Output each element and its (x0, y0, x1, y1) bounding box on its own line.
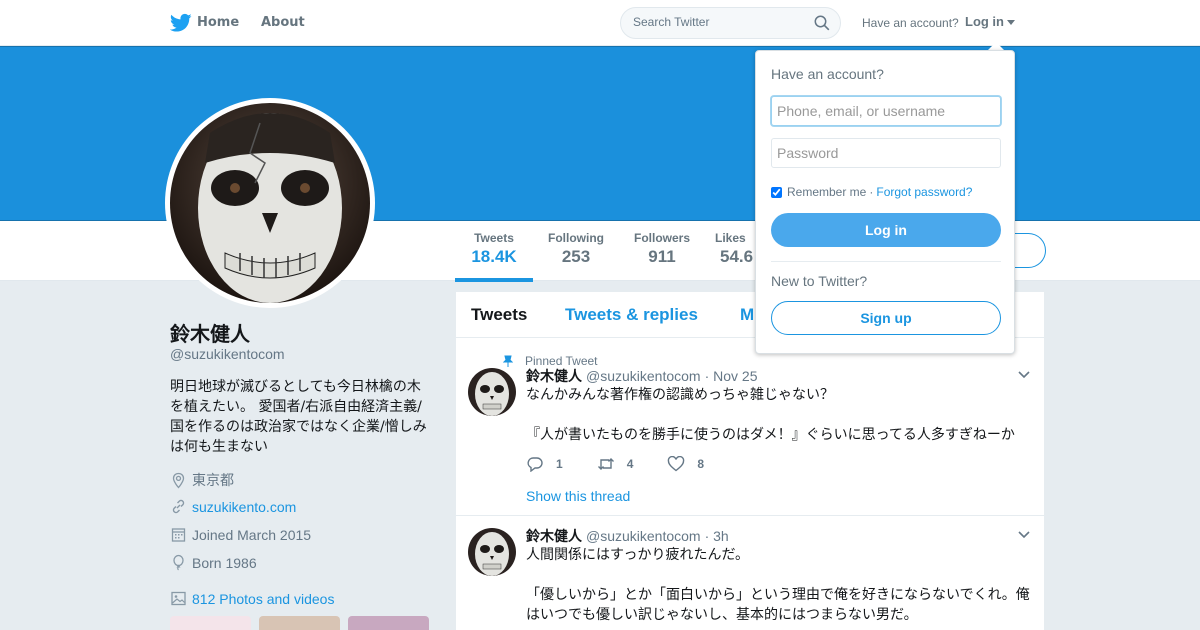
like-action[interactable]: 8 (667, 456, 704, 472)
have-account-text: Have an account? (862, 16, 959, 30)
new-to-twitter-text: New to Twitter? (771, 273, 868, 289)
tab-tweets-replies[interactable]: Tweets & replies (565, 305, 698, 325)
tweet-avatar[interactable] (468, 368, 516, 416)
profile-born: Born 1986 (170, 554, 257, 571)
profile-photos: 812 Photos and videos (170, 590, 334, 607)
profile-joined: Joined March 2015 (170, 526, 311, 543)
nav-home-link[interactable]: Home (197, 15, 239, 30)
reply-icon (527, 457, 543, 472)
reply-count: 1 (556, 457, 563, 471)
pinned-text: Pinned Tweet (525, 354, 598, 368)
retweet-icon (597, 458, 614, 470)
tweet-text-line: 人間関係にはすっかり疲れたんだ。 (526, 547, 750, 563)
login-button[interactable]: Log in (771, 213, 1001, 247)
pin-icon (503, 355, 513, 367)
login-dropdown-toggle[interactable]: Log in (965, 14, 1015, 29)
photo-thumbnails (170, 616, 430, 630)
stat-label: Tweets (474, 231, 514, 245)
tweet-header: 鈴木健人 @suzukikentocom · 3h (526, 526, 729, 546)
photo-thumbnail[interactable] (259, 616, 340, 630)
retweet-count: 4 (626, 457, 634, 471)
stat-value: 18.4K (471, 247, 517, 266)
separator-dot: · (869, 185, 874, 199)
tweet-avatar[interactable] (468, 528, 516, 576)
photos-link[interactable]: 812 Photos and videos (192, 591, 334, 607)
stat-tweets[interactable]: Tweets 18.4K (455, 231, 533, 267)
stat-label: Followers (633, 231, 690, 245)
tweet-author-handle[interactable]: @suzukikentocom (586, 528, 701, 544)
tweet-text-line: 「優しいから」とか「面白いから」という理由で俺を好きにならないでくれ。俺はいつで… (526, 587, 1030, 623)
stat-followers[interactable]: Followers 911 (627, 231, 697, 267)
profile-avatar[interactable] (165, 98, 375, 308)
tweet-item[interactable]: 鈴木健人 @suzukikentocom · 3h 人間関係にはすっかり疲れたん… (456, 516, 1044, 630)
stat-value: 253 (561, 247, 591, 266)
location-pin-icon (172, 472, 185, 488)
avatar-image (170, 103, 370, 303)
login-dropdown-title: Have an account? (771, 66, 884, 82)
photo-icon (171, 591, 186, 606)
stat-following[interactable]: Following 253 (540, 231, 612, 267)
profile-bio: 明日地球が滅びるとしても今日林檎の木を植えたい。 愛国者/右派自由経済主義/国を… (170, 379, 427, 455)
top-navigation-bar: Home About Have an account? Log in (0, 0, 1200, 46)
chevron-down-icon[interactable] (1018, 531, 1030, 539)
tab-media[interactable]: M (740, 305, 754, 325)
tweet-header: 鈴木健人 @suzukikentocom · Nov 25 (526, 366, 758, 386)
pinned-tweet-label: Pinned Tweet (503, 354, 598, 368)
tweet-author-name[interactable]: 鈴木健人 (526, 526, 582, 546)
search-icon[interactable] (814, 15, 830, 31)
tweet-actions: 1 4 8 (526, 456, 738, 472)
retweet-action[interactable]: 4 (597, 456, 634, 472)
password-input[interactable] (771, 138, 1001, 168)
tweet-text-line: 『人が書いたものを勝手に使うのはダメ！』ぐらいに思ってる人多すぎねーか (526, 427, 1015, 443)
stat-value: 911 (648, 247, 676, 266)
photo-thumbnail[interactable] (170, 616, 251, 630)
search-input[interactable] (633, 15, 803, 29)
photo-thumbnail[interactable] (348, 616, 429, 630)
nav-about-link[interactable]: About (261, 15, 305, 30)
website-link[interactable]: suzukikento.com (192, 499, 296, 515)
like-count: 8 (697, 457, 705, 471)
profile-location: 東京都 (170, 470, 234, 490)
twitter-bird-icon[interactable] (170, 13, 192, 33)
link-icon (172, 499, 185, 514)
tweet-text-line: なんかみんな著作権の認識めっちゃ雑じゃない？ (526, 387, 834, 403)
stat-label: Following (548, 231, 604, 245)
caret-down-icon (1007, 20, 1015, 26)
remember-me-label[interactable]: Remember me (787, 185, 866, 199)
heart-icon (668, 456, 685, 472)
profile-website: suzukikento.com (170, 498, 296, 515)
show-thread-link[interactable]: Show this thread (526, 488, 630, 504)
remember-me-checkbox[interactable] (771, 186, 782, 198)
tab-tweets[interactable]: Tweets (471, 305, 527, 325)
login-toggle-label: Log in (965, 14, 1004, 29)
chevron-down-icon[interactable] (1018, 371, 1030, 379)
born-text: Born 1986 (192, 554, 257, 571)
forgot-password-link[interactable]: Forgot password? (876, 185, 972, 199)
joined-text: Joined March 2015 (192, 526, 312, 543)
tweet-author-name[interactable]: 鈴木健人 (526, 366, 582, 386)
tweet-timestamp[interactable]: · Nov 25 (705, 368, 758, 384)
dropdown-divider (771, 261, 1001, 262)
remember-row: Remember me · Forgot password? (771, 185, 972, 199)
location-text: 東京都 (192, 472, 234, 488)
balloon-icon (173, 554, 184, 571)
signup-button[interactable]: Sign up (771, 301, 1001, 335)
calendar-icon (171, 528, 186, 542)
login-dropdown: Have an account? Remember me · Forgot pa… (755, 50, 1015, 354)
profile-handle: @suzukikentocom (170, 346, 285, 362)
active-stat-indicator (455, 278, 533, 282)
tweet-author-handle[interactable]: @suzukikentocom (586, 368, 701, 384)
profile-name: 鈴木健人 (170, 322, 250, 346)
reply-action[interactable]: 1 (526, 456, 563, 472)
tweet-timestamp[interactable]: · 3h (705, 528, 729, 544)
username-input[interactable] (771, 96, 1001, 126)
search-box (620, 7, 841, 39)
